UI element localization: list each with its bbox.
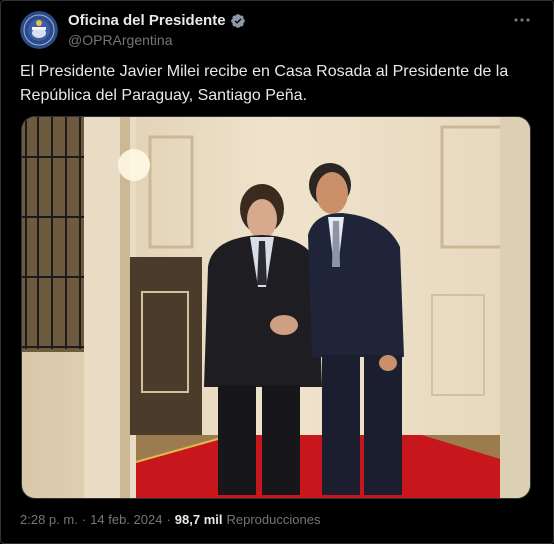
tweet-text: El Presidente Javier Milei recibe en Cas…	[20, 63, 509, 104]
more-dots-icon	[514, 18, 530, 22]
tweet-date[interactable]: 14 feb. 2024	[90, 512, 162, 527]
tweet-photo[interactable]	[21, 116, 531, 499]
display-name[interactable]: Oficina del Presidente	[68, 12, 226, 29]
tweet-meta: 2:28 p. m. · 14 feb. 2024 · 98,7 mil Rep…	[20, 512, 320, 527]
meta-separator: ·	[81, 512, 87, 527]
verified-badge-icon	[230, 13, 245, 28]
meta-separator: ·	[166, 512, 171, 527]
views-label: Reproducciones	[226, 512, 321, 527]
account-name-row: Oficina del Presidente	[68, 12, 246, 29]
more-options-button[interactable]	[512, 10, 532, 30]
tweet-time[interactable]: 2:28 p. m.	[20, 512, 78, 527]
account-handle[interactable]: @OPRArgentina	[68, 32, 172, 48]
views-count: 98,7 mil	[174, 512, 223, 527]
presidential-seal-icon	[20, 11, 58, 49]
avatar[interactable]	[20, 11, 58, 49]
photo-illustration	[22, 117, 530, 498]
